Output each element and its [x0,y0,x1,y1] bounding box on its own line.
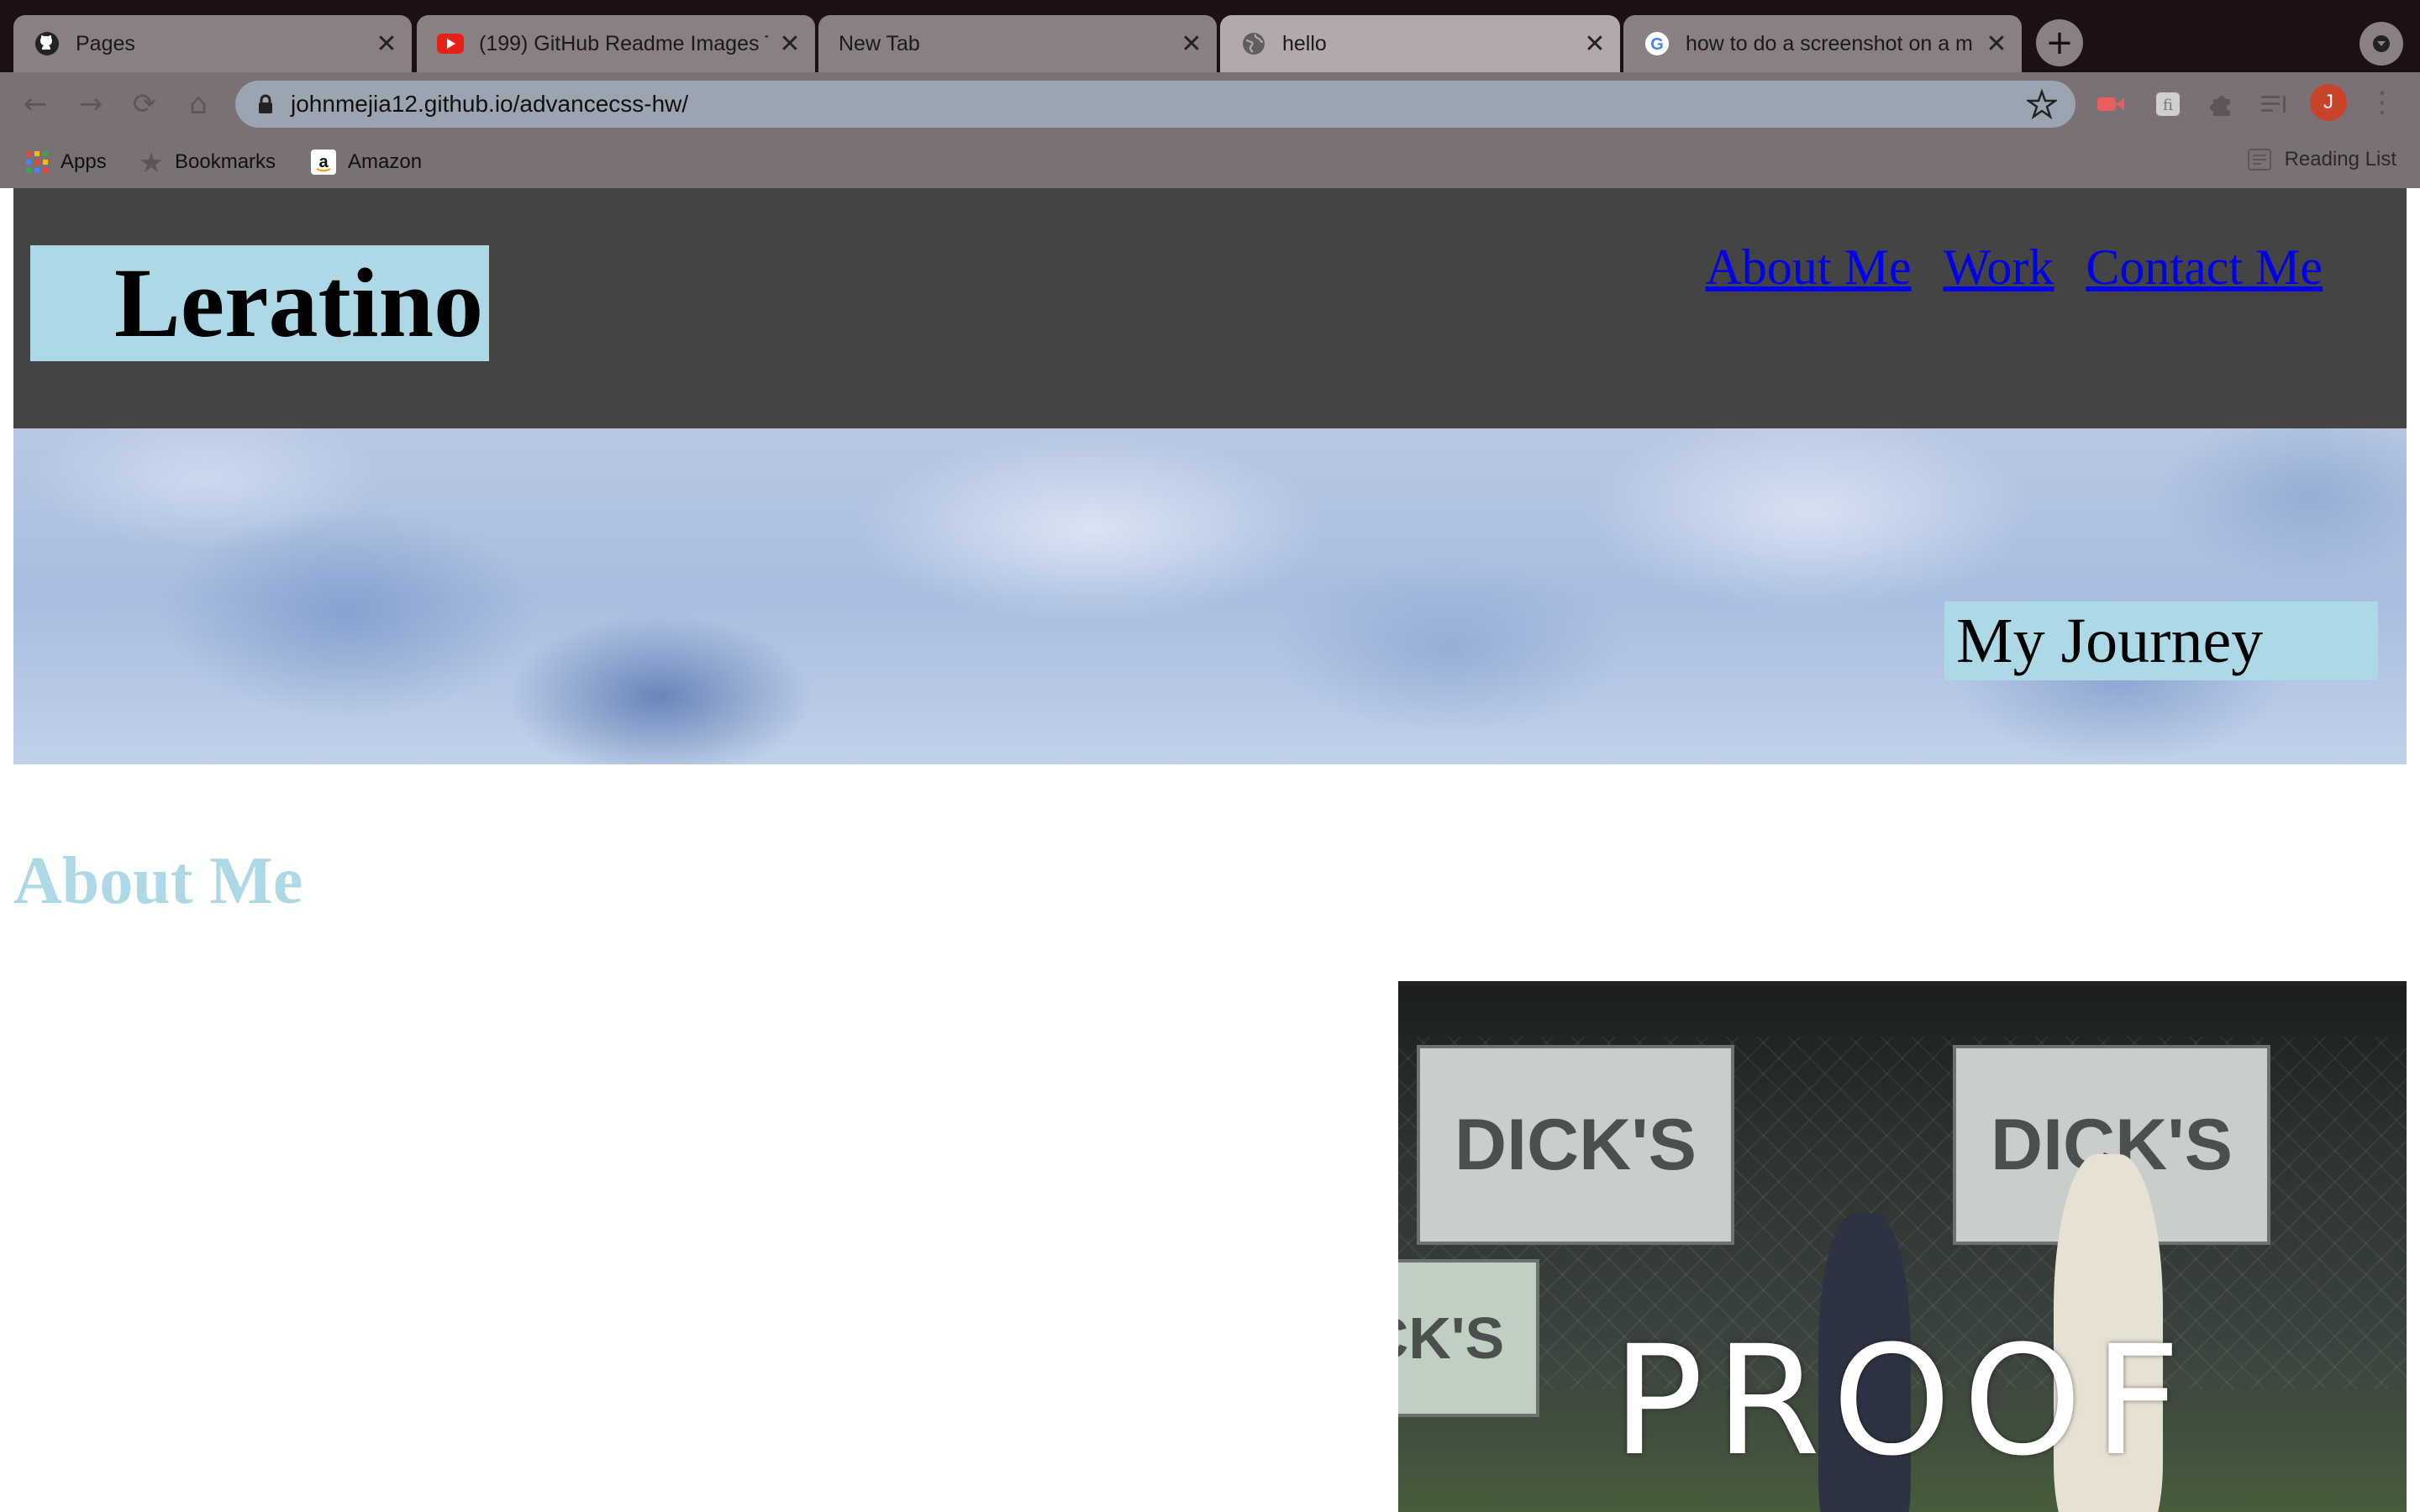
puzzle-icon[interactable] [2207,89,2237,119]
globe-icon [1240,30,1267,57]
tab-title: hello [1282,31,1327,55]
chevron-down-icon [2373,35,2390,52]
bookmark-apps[interactable]: Apps [25,148,107,176]
svg-text:fi: fi [2163,97,2173,114]
tab-hello[interactable]: hello ✕ [1220,15,1620,72]
more-menu-icon[interactable]: ⋮ [2368,84,2396,121]
github-icon [34,30,60,57]
forward-button[interactable]: → [71,84,111,124]
close-icon[interactable]: ✕ [775,29,805,59]
reading-list-icon [2247,149,2271,171]
star-icon [139,150,163,174]
reading-list-label: Reading List [2284,148,2396,171]
site-nav: About Me Work Contact Me [1706,239,2323,297]
tab-title: New Tab [839,31,920,55]
tab-search-button[interactable] [2360,22,2403,66]
apps-grid-icon [25,150,49,174]
svg-text:a: a [318,153,329,171]
url-text: johnmejia12.github.io/advancecss-hw/ [291,91,689,117]
bookmark-amazon[interactable]: a Amazon [311,148,422,176]
nav-link-contact-me[interactable]: Contact Me [2086,239,2323,297]
back-button[interactable]: ← [15,84,55,124]
tab-youtube[interactable]: (199) GitHub Readme Images T ✕ [417,15,815,72]
reload-button[interactable]: ⟳ [124,84,165,124]
photo-overlay-text: PROOF [1612,1314,2193,1489]
youtube-icon [437,30,464,57]
media-controls-icon[interactable] [2259,89,2289,119]
screen-recorder-extension-icon[interactable] [2096,89,2126,119]
tab-google-search[interactable]: G how to do a screenshot on a m ✕ [1623,15,2022,72]
tab-title: (199) GitHub Readme Images T [479,31,768,55]
tab-pages[interactable]: Pages ✕ [13,15,412,72]
tab-title: how to do a screenshot on a m [1686,31,1973,55]
close-icon[interactable]: ✕ [1176,29,1207,59]
address-bar[interactable]: johnmejia12.github.io/advancecss-hw/ [235,81,2075,128]
browser-toolbar: ← → ⟳ ⌂ johnmejia12.github.io/advancecss… [0,72,2420,136]
close-icon[interactable]: ✕ [1580,29,1610,59]
svg-text:G: G [1650,35,1664,54]
reading-list-button[interactable]: Reading List [2247,148,2396,171]
bookmark-label: Amazon [348,150,423,173]
bookmarks-bar: Apps Bookmarks a Amazon Reading List [0,136,2420,188]
photo-banner: DICK'S [1417,1045,1734,1245]
home-button[interactable]: ⌂ [178,84,218,124]
profile-avatar[interactable]: J [2310,84,2347,121]
nav-link-work[interactable]: Work [1944,239,2054,297]
soccer-photo: DICK'S DICK'S CK'S PROOF [1398,981,2407,1512]
site-header: Leratino About Me Work Contact Me [13,188,2407,428]
section-heading-about-me: About Me [13,844,303,918]
site-logo: Leratino [30,245,489,361]
close-icon[interactable]: ✕ [371,29,402,59]
new-tab-button[interactable]: + [2036,19,2083,66]
hero-banner: My Journey [13,428,2407,764]
tab-strip: Pages ✕ (199) GitHub Readme Images T ✕ N… [0,0,2420,72]
bookmark-star-icon[interactable] [2025,88,2059,125]
amazon-icon: a [311,150,336,175]
bookmark-label: Bookmarks [175,150,276,173]
lock-icon [257,94,274,114]
close-icon[interactable]: ✕ [1981,29,2012,59]
extension-icon[interactable]: fi [2153,89,2183,119]
nav-link-about-me[interactable]: About Me [1706,239,1912,297]
google-icon: G [1644,30,1670,57]
bookmark-folder[interactable]: Bookmarks [139,148,276,176]
bookmark-label: Apps [60,150,107,173]
hero-label: My Journey [1944,601,2378,680]
tab-title: Pages [76,31,135,55]
tab-new-tab[interactable]: New Tab ✕ [818,15,1217,72]
web-page: Leratino About Me Work Contact Me My Jou… [13,188,2407,1512]
